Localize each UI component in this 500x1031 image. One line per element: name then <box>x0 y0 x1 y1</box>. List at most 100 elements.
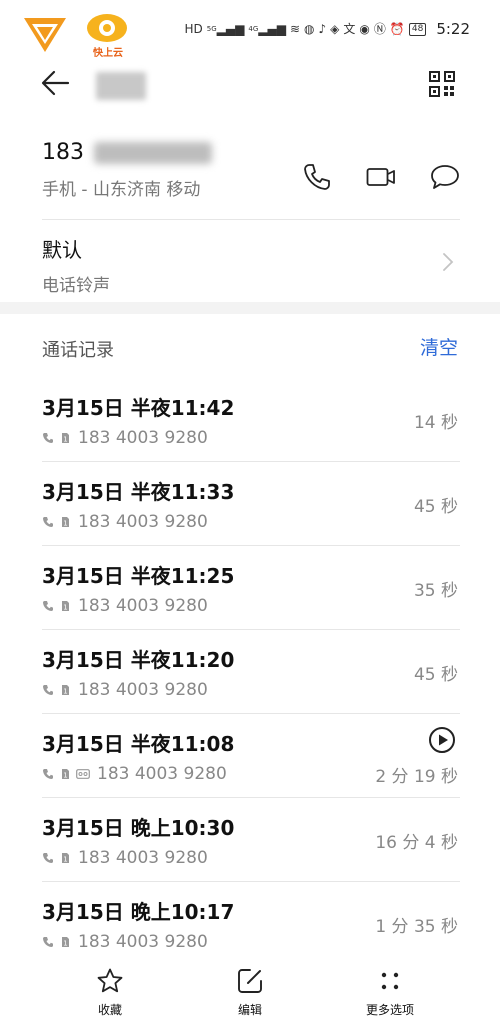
section-divider <box>0 302 500 314</box>
call-log-item[interactable]: 3月15日 半夜11:25 1 183 4003 9280 35 秒 <box>42 546 460 630</box>
call-number: 183 4003 9280 <box>78 932 208 952</box>
ringtone-title: 默认 <box>42 238 82 262</box>
svg-text:1: 1 <box>63 520 67 528</box>
svg-text:1: 1 <box>63 772 67 780</box>
more-options-button[interactable]: 更多选项 <box>345 965 435 1018</box>
sim-card-icon: 1 <box>62 601 69 612</box>
call-log-item[interactable]: 3月15日 晚上10:30 1 183 4003 9280 16 分 4 秒 <box>42 798 460 882</box>
call-meta: 1 183 4003 9280 <box>42 428 208 448</box>
signal-4g-icon: 4G▂▄▆ <box>248 22 286 36</box>
bottom-toolbar: 收藏 编辑 更多选项 <box>0 965 500 1031</box>
nfc-icon: Ⓝ <box>373 22 386 36</box>
hd-icon: HD <box>184 22 203 36</box>
message-icon[interactable] <box>430 162 460 192</box>
clear-log-button[interactable]: 清空 <box>420 333 458 360</box>
call-number: 183 4003 9280 <box>78 428 208 448</box>
call-number: 183 4003 9280 <box>78 596 208 616</box>
edit-label: 编辑 <box>237 1003 262 1017</box>
chevron-right-icon <box>443 253 454 271</box>
alarm-icon: ⏰ <box>389 22 405 36</box>
call-duration: 16 分 4 秒 <box>375 833 458 853</box>
incoming-call-icon <box>43 517 53 527</box>
status-bar: 快上云 HD 5G▂▄▆ 4G▂▄▆ ≋ ◍ ♪ ◈ 文 ◉ Ⓝ ⏰ 48 5:… <box>0 0 500 59</box>
shield-icon: ◈ <box>330 22 340 36</box>
play-recording-icon[interactable] <box>428 726 456 754</box>
call-log-item[interactable]: 3月15日 半夜11:42 1 183 4003 9280 14 秒 <box>42 378 460 462</box>
call-time: 3月15日 半夜11:20 <box>42 648 235 672</box>
voicemail-icon <box>76 769 90 779</box>
pay-icon: 文 <box>343 22 356 36</box>
contact-name-redacted <box>96 72 146 100</box>
favorite-label: 收藏 <box>97 1003 122 1017</box>
battery-icon: 48 <box>408 22 427 36</box>
call-meta: 1 183 4003 9280 <box>42 512 208 532</box>
star-icon <box>97 968 123 993</box>
contact-actions <box>302 162 460 192</box>
qr-code-icon[interactable] <box>428 70 456 98</box>
sim-card-icon: 1 <box>62 685 69 696</box>
music-icon: ♪ <box>318 22 327 36</box>
call-time: 3月15日 晚上10:17 <box>42 900 235 924</box>
ringtone-subtitle: 电话铃声 <box>42 276 110 296</box>
sim-card-icon: 1 <box>62 937 69 948</box>
svg-text:1: 1 <box>63 688 67 696</box>
call-number: 183 4003 9280 <box>78 512 208 532</box>
ringtone-row[interactable]: 默认 电话铃声 <box>42 220 460 300</box>
sim-card-icon: 1 <box>62 433 69 444</box>
call-log-list: 3月15日 半夜11:42 1 183 4003 9280 14 秒 3月15日 半夜1… <box>42 378 460 966</box>
call-number: 183 4003 9280 <box>78 680 208 700</box>
wifi-icon: ≋ <box>289 22 300 36</box>
call-log-item[interactable]: 3月15日 晚上10:17 1 183 4003 9280 1 分 35 秒 <box>42 882 460 966</box>
call-time: 3月15日 半夜11:42 <box>42 396 235 420</box>
call-log-item[interactable]: 3月15日 半夜11:08 1 183 4003 9280 2 分 19 秒 <box>42 714 460 798</box>
phone-number-prefix: 183 <box>42 140 84 165</box>
header <box>0 56 500 112</box>
incoming-call-icon <box>43 601 53 611</box>
incoming-call-icon <box>43 685 53 695</box>
call-duration: 1 分 35 秒 <box>375 917 458 937</box>
call-time: 3月15日 半夜11:25 <box>42 564 235 588</box>
call-meta: 1 183 4003 9280 <box>42 596 208 616</box>
svg-text:1: 1 <box>63 604 67 612</box>
back-arrow-icon[interactable] <box>40 68 72 98</box>
phone-number-section[interactable]: 183 手机 - 山东济南 移动 <box>42 140 460 220</box>
call-number: 183 4003 9280 <box>97 764 227 784</box>
sim-card-icon: 1 <box>62 769 69 780</box>
status-time: 5:22 <box>436 20 470 38</box>
call-number: 183 4003 9280 <box>78 848 208 868</box>
video-call-icon[interactable] <box>366 162 396 192</box>
incoming-call-icon <box>43 769 53 779</box>
call-meta: 1 183 4003 9280 <box>42 764 227 784</box>
eye-icon: ◉ <box>359 22 370 36</box>
incoming-call-icon <box>43 937 53 947</box>
call-time: 3月15日 半夜11:33 <box>42 480 235 504</box>
globe-icon: ◍ <box>304 22 315 36</box>
call-duration: 14 秒 <box>413 413 458 433</box>
call-time: 3月15日 晚上10:30 <box>42 816 235 840</box>
favorite-button[interactable]: 收藏 <box>65 965 155 1018</box>
more-dots-icon <box>381 972 399 990</box>
call-duration: 35 秒 <box>413 581 458 601</box>
phone-number-redacted <box>94 141 212 164</box>
status-icons: HD 5G▂▄▆ 4G▂▄▆ ≋ ◍ ♪ ◈ 文 ◉ Ⓝ ⏰ 48 5:22 <box>185 20 470 38</box>
call-log-item[interactable]: 3月15日 半夜11:20 1 183 4003 9280 45 秒 <box>42 630 460 714</box>
edit-icon <box>238 969 262 993</box>
svg-text:1: 1 <box>63 436 67 444</box>
more-options-label: 更多选项 <box>365 1003 414 1017</box>
incoming-call-icon <box>43 433 53 443</box>
svg-text:1: 1 <box>63 856 67 864</box>
call-duration: 2 分 19 秒 <box>375 767 458 787</box>
call-meta: 1 183 4003 9280 <box>42 932 208 952</box>
call-duration: 45 秒 <box>413 497 458 517</box>
call-log-item[interactable]: 3月15日 半夜11:33 1 183 4003 9280 45 秒 <box>42 462 460 546</box>
call-log-header: 通话记录 清空 <box>42 336 460 362</box>
svg-text:1: 1 <box>63 940 67 948</box>
phone-call-icon[interactable] <box>302 162 332 192</box>
call-meta: 1 183 4003 9280 <box>42 680 208 700</box>
call-duration: 45 秒 <box>413 665 458 685</box>
call-log-title: 通话记录 <box>42 340 114 361</box>
call-time: 3月15日 半夜11:08 <box>42 732 235 756</box>
sim-card-icon: 1 <box>62 853 69 864</box>
app-v-logo-icon[interactable] <box>22 14 68 54</box>
edit-button[interactable]: 编辑 <box>205 965 295 1018</box>
